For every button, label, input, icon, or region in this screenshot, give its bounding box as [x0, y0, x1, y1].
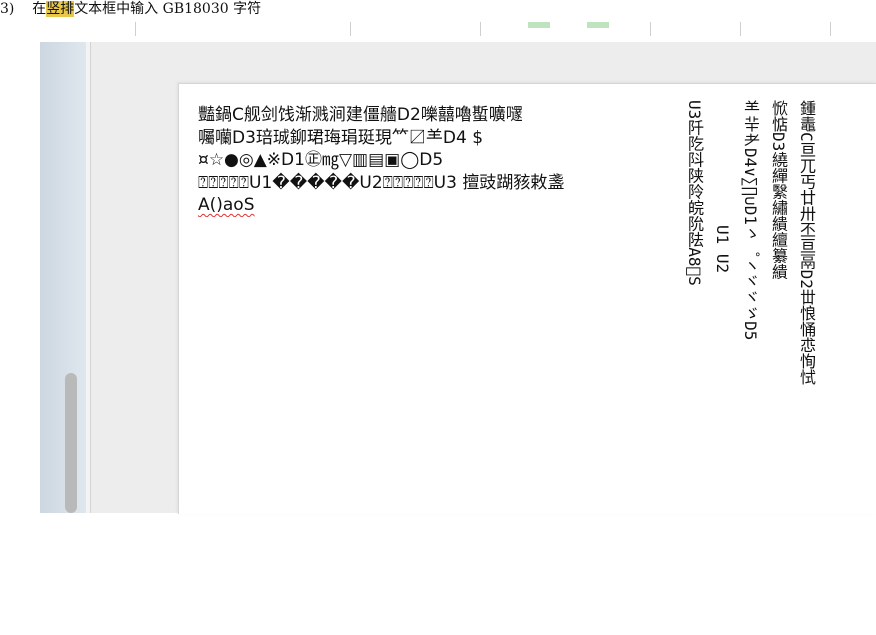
ruler-tick — [480, 22, 481, 36]
text-line: 豔鍋C舰剑饯渐溅涧建僵艢D2嚛囍嚕蟴嚝嚺 — [198, 105, 523, 125]
caption-pre: 在 — [32, 1, 47, 17]
ruler-tick — [135, 22, 136, 36]
ruler-margin-marker[interactable] — [528, 22, 550, 28]
horizontal-text-block[interactable]: 豔鍋C舰剑饯渐溅涧建僵艢D2嚛囍嚕蟴嚝嚺 囑囒D3琣珹鉚珺珻琄珽現⺮〼⺷D4 $… — [198, 104, 668, 217]
text-line: ⍰⍰⍰⍰⍰U1�����U2⍰⍰⍰⍰⍰U3 擅豉䠒豥敕盞 — [198, 172, 565, 193]
ruler-margin-marker[interactable] — [587, 22, 609, 28]
vertical-text-column[interactable]: ⺷⺸⺹D4∨∑∏∪D1ゝ゜ヽヾヾゞD5 — [737, 100, 761, 510]
caption-highlight: 竖排 — [46, 1, 75, 17]
horizontal-ruler[interactable] — [40, 22, 876, 43]
text-line: ¤☆●◎▲※D1㊣㎎▽▥▤▣◯D5 — [198, 150, 444, 170]
ruler-tick — [350, 22, 351, 36]
vertical-text-column[interactable]: 惞惦D3繞繟繄繡繢繵纂繢 — [765, 100, 789, 510]
caption-number: 3) — [0, 1, 15, 17]
vertical-ruler — [40, 42, 86, 513]
ruler-tick — [740, 22, 741, 36]
scrollbar-thumb[interactable] — [65, 373, 77, 513]
vertical-text-column[interactable]: U1 U2 — [709, 225, 733, 635]
caption-post: 文本框中输入 GB18030 字符 — [74, 1, 262, 17]
text-line: 囑囒D3琣珹鉚珺珻琄珽現⺮〼⺷D4 $ — [198, 127, 484, 148]
ruler-tick — [830, 22, 831, 36]
vertical-text-column[interactable]: 鍾鼃C亘兀丐廿卅丕亘鬲D2丗悢悀怷恂恜 — [793, 100, 817, 510]
text-line-spellcheck: A()aoS — [198, 195, 255, 215]
caption-line: 3) 在竖排文本框中输入 GB18030 字符 — [0, 0, 876, 22]
ruler-tick — [650, 22, 651, 36]
vertical-text-column[interactable]: U3阡阣阧陕阾皖阭阹A8゙S — [681, 100, 705, 510]
